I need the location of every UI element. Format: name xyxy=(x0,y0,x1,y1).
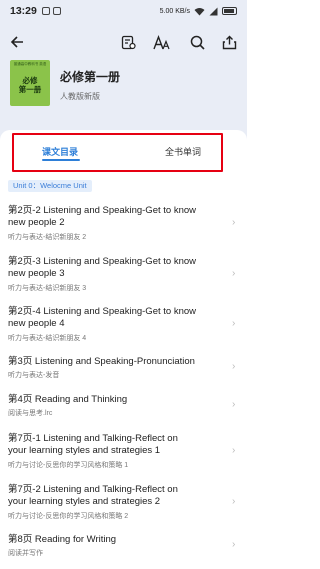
notification-icon xyxy=(41,7,50,15)
lesson-title: 第4页 Reading and Thinking xyxy=(8,394,128,405)
chevron-right-icon: › xyxy=(232,399,236,410)
chevron-right-icon: › xyxy=(232,496,236,507)
book-publisher: 人教版新版 xyxy=(60,92,100,101)
back-arrow-icon xyxy=(10,36,23,48)
network-speed: 5.00 KB/s xyxy=(159,7,190,15)
battery-icon xyxy=(222,7,237,15)
chevron-right-icon: › xyxy=(232,361,236,372)
book-cover: 普通高中教科书 英语 必修 第一册 xyxy=(10,60,50,106)
chevron-right-icon: › xyxy=(232,268,236,279)
lesson-subtitle: 阅读与思考.lrc xyxy=(8,410,53,417)
notification-icon xyxy=(52,7,61,15)
tab-active-indicator xyxy=(42,159,80,161)
lesson-title: 第7页-2 Listening and Talking-Reflect on yo… xyxy=(8,484,178,507)
lesson-subtitle: 听力与讨论-反思你的学习风格和策略 2 xyxy=(8,513,129,520)
chevron-right-icon: › xyxy=(232,445,236,456)
lesson-title: 第3页 Listening and Speaking-Pronunciation xyxy=(8,356,195,367)
lesson-subtitle: 听力与表达-发音 xyxy=(8,372,60,379)
signal-icon xyxy=(209,7,218,15)
notes-button[interactable] xyxy=(116,30,140,54)
status-time: 13:29 xyxy=(10,5,37,17)
status-bar: 13:29 5.00 KB/s xyxy=(0,0,247,22)
back-button[interactable] xyxy=(5,30,29,54)
chevron-right-icon: › xyxy=(232,539,236,550)
font-size-icon xyxy=(152,34,170,49)
tab-book-vocabulary[interactable]: 全书单词 xyxy=(165,145,201,158)
lesson-title: 第2页-4 Listening and Speaking-Get to know… xyxy=(8,306,196,329)
share-button[interactable] xyxy=(217,30,241,54)
tab-bar: 课文目录 全书单词 xyxy=(12,133,223,172)
status-system-icons: 5.00 KB/s xyxy=(160,7,237,16)
lesson-subtitle: 阅读并写作 xyxy=(8,550,43,557)
lesson-title: 第2页-2 Listening and Speaking-Get to know… xyxy=(8,205,196,228)
search-icon xyxy=(190,35,205,50)
book-title: 必修第一册 xyxy=(60,70,121,84)
chevron-right-icon: › xyxy=(232,217,236,228)
book-info: 普通高中教科书 英语 必修 第一册 必修第一册 人教版新版 xyxy=(10,60,240,115)
tab-lesson-catalog[interactable]: 课文目录 xyxy=(42,145,78,158)
lesson-subtitle: 听力与讨论-反思你的学习风格和策略 1 xyxy=(8,462,129,469)
cover-top-text: 普通高中教科书 英语 xyxy=(13,62,47,66)
top-toolbar xyxy=(0,28,247,56)
font-size-button[interactable] xyxy=(149,30,173,54)
share-icon xyxy=(222,35,236,49)
lesson-subtitle: 听力与表达-结识新朋友 4 xyxy=(8,335,87,342)
cover-title-line1: 必修 xyxy=(22,76,38,85)
chevron-right-icon: › xyxy=(232,318,236,329)
lesson-subtitle: 听力与表达-结识新朋友 3 xyxy=(8,285,87,292)
wifi-icon xyxy=(194,7,205,15)
lesson-title: 第7页-1 Listening and Talking-Reflect on yo… xyxy=(8,433,178,456)
notes-icon xyxy=(121,35,136,49)
lesson-title: 第2页-3 Listening and Speaking-Get to know… xyxy=(8,256,196,279)
unit-label: Unit 0：Welocme Unit xyxy=(8,180,92,192)
status-notification-icons xyxy=(41,7,61,15)
lesson-subtitle: 听力与表达-结识新朋友 2 xyxy=(8,234,87,241)
cover-title-line2: 第一册 xyxy=(18,85,42,94)
lesson-title: 第8页 Reading for Writing xyxy=(8,534,117,545)
search-button[interactable] xyxy=(185,30,209,54)
